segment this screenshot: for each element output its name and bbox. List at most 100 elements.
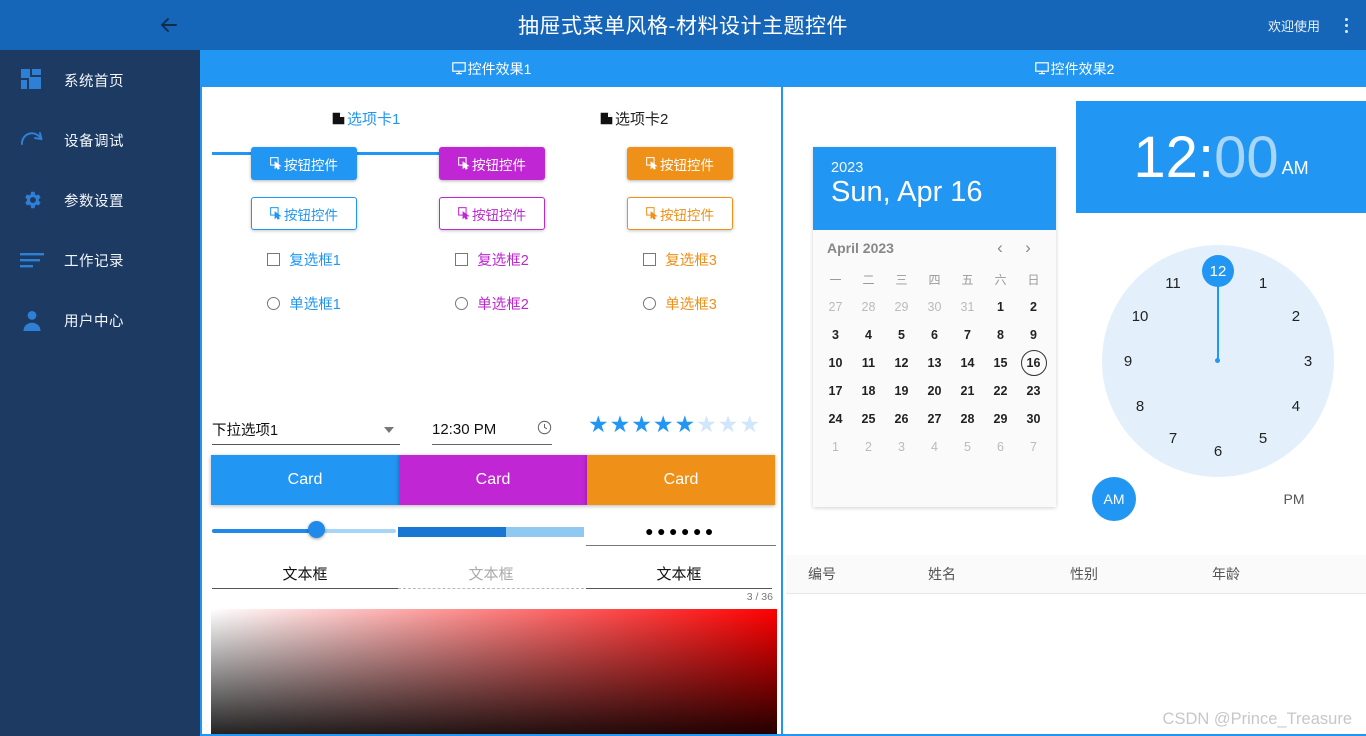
- clock-hour-number[interactable]: 1: [1250, 270, 1276, 296]
- calendar-day[interactable]: 19: [885, 377, 918, 405]
- calendar-day[interactable]: 17: [819, 377, 852, 405]
- star-icon[interactable]: ★: [631, 413, 652, 436]
- calendar-day[interactable]: 3: [885, 433, 918, 461]
- calendar-day[interactable]: 23: [1017, 377, 1050, 405]
- calendar-day[interactable]: 7: [1017, 433, 1050, 461]
- time-picker-field[interactable]: 12:30 PM: [432, 415, 552, 445]
- calendar-day[interactable]: 22: [984, 377, 1017, 405]
- calendar-day[interactable]: 2: [852, 433, 885, 461]
- calendar-day[interactable]: 24: [819, 405, 852, 433]
- calendar-day[interactable]: 2: [1017, 293, 1050, 321]
- calendar-day[interactable]: 12: [885, 349, 918, 377]
- checkbox-2[interactable]: 复选框2: [455, 249, 529, 270]
- calendar-day[interactable]: 1: [819, 433, 852, 461]
- card-1[interactable]: Card: [211, 455, 399, 505]
- calendar-day[interactable]: 28: [951, 405, 984, 433]
- calendar-day[interactable]: 29: [984, 405, 1017, 433]
- clock-hour-number[interactable]: 4: [1283, 393, 1309, 419]
- filled-button-2[interactable]: 按钮控件: [439, 147, 545, 180]
- star-icon[interactable]: ★: [653, 413, 674, 436]
- text-field-1[interactable]: 文本框: [212, 559, 398, 589]
- inner-tab-2[interactable]: 选项卡2: [600, 105, 668, 131]
- calendar-day[interactable]: 4: [852, 321, 885, 349]
- radio-3[interactable]: 单选框3: [643, 293, 717, 314]
- color-saturation-area[interactable]: [211, 609, 777, 736]
- calendar-day[interactable]: 29: [885, 293, 918, 321]
- calendar-day[interactable]: 8: [984, 321, 1017, 349]
- inner-tab-1[interactable]: 选项卡1: [332, 105, 400, 131]
- outline-button-2[interactable]: 按钮控件: [439, 197, 545, 230]
- am-toggle[interactable]: AM: [1092, 477, 1136, 521]
- calendar-day[interactable]: 6: [984, 433, 1017, 461]
- slider-thumb[interactable]: [307, 521, 325, 538]
- calendar-day[interactable]: 13: [918, 349, 951, 377]
- calendar-day[interactable]: 4: [918, 433, 951, 461]
- clock-hour-number[interactable]: 12: [1202, 255, 1234, 287]
- chevron-left-icon[interactable]: ‹: [986, 238, 1014, 258]
- clock-hour-number[interactable]: 9: [1115, 348, 1141, 374]
- sidebar-item-settings[interactable]: 参数设置: [0, 170, 200, 230]
- star-icon[interactable]: ★: [696, 413, 717, 436]
- sidebar-item-work-log[interactable]: 工作记录: [0, 230, 200, 290]
- calendar-day[interactable]: 7: [951, 321, 984, 349]
- star-icon[interactable]: ★: [610, 413, 631, 436]
- calendar-day[interactable]: 5: [885, 321, 918, 349]
- calendar-day[interactable]: 5: [951, 433, 984, 461]
- sidebar-item-user-center[interactable]: 用户中心: [0, 290, 200, 350]
- calendar-day[interactable]: 27: [819, 293, 852, 321]
- calendar-day[interactable]: 21: [951, 377, 984, 405]
- text-field-3[interactable]: 文本框: [586, 559, 772, 589]
- calendar-day[interactable]: 14: [951, 349, 984, 377]
- calendar-day[interactable]: 28: [852, 293, 885, 321]
- clock-hour-number[interactable]: 8: [1127, 393, 1153, 419]
- more-vertical-icon[interactable]: [1345, 0, 1348, 50]
- clock-hour[interactable]: 12: [1133, 124, 1198, 191]
- calendar-day[interactable]: 27: [918, 405, 951, 433]
- clock-hour-number[interactable]: 5: [1250, 426, 1276, 452]
- outline-button-1[interactable]: 按钮控件: [251, 197, 357, 230]
- password-field[interactable]: ●●●●●●: [586, 516, 776, 546]
- star-icon[interactable]: ★: [588, 413, 609, 436]
- tab-widget-effect-2[interactable]: 控件效果2: [783, 50, 1366, 87]
- calendar-day[interactable]: 16: [1017, 349, 1050, 377]
- radio-2[interactable]: 单选框2: [455, 293, 529, 314]
- calendar-day[interactable]: 25: [852, 405, 885, 433]
- calendar-day[interactable]: 18: [852, 377, 885, 405]
- calendar-day[interactable]: 3: [819, 321, 852, 349]
- checkbox-1[interactable]: 复选框1: [267, 249, 341, 270]
- calendar-day[interactable]: 30: [1017, 405, 1050, 433]
- radio-1[interactable]: 单选框1: [267, 293, 341, 314]
- calendar-day[interactable]: 10: [819, 349, 852, 377]
- checkbox-3[interactable]: 复选框3: [643, 249, 717, 270]
- clock-hour-number[interactable]: 11: [1160, 270, 1186, 296]
- clock-face[interactable]: 12 1 2 3 4 5 6 7 8 9 10 11: [1102, 245, 1334, 477]
- card-2[interactable]: Card: [399, 455, 587, 505]
- dropdown-select[interactable]: 下拉选项1: [212, 415, 400, 445]
- tab-widget-effect-1[interactable]: 控件效果1: [200, 50, 783, 87]
- calendar-day[interactable]: 15: [984, 349, 1017, 377]
- calendar-day[interactable]: 1: [984, 293, 1017, 321]
- calendar-day[interactable]: 11: [852, 349, 885, 377]
- sidebar-item-device-debug[interactable]: 设备调试: [0, 110, 200, 170]
- filled-button-1[interactable]: 按钮控件: [251, 147, 357, 180]
- calendar-day[interactable]: 20: [918, 377, 951, 405]
- clock-hour-number[interactable]: 6: [1205, 438, 1231, 464]
- clock-minute[interactable]: 00: [1214, 124, 1279, 191]
- calendar-day[interactable]: 26: [885, 405, 918, 433]
- clock-hour-number[interactable]: 10: [1127, 303, 1153, 329]
- star-icon[interactable]: ★: [675, 413, 696, 436]
- calendar-day[interactable]: 31: [951, 293, 984, 321]
- clock-hour-number[interactable]: 3: [1295, 348, 1321, 374]
- outline-button-3[interactable]: 按钮控件: [627, 197, 733, 230]
- pm-toggle[interactable]: PM: [1272, 477, 1316, 521]
- star-icon[interactable]: ★: [739, 413, 760, 436]
- rating-stars[interactable]: ★ ★ ★ ★ ★ ★ ★ ★: [588, 413, 760, 436]
- calendar-day[interactable]: 6: [918, 321, 951, 349]
- star-icon[interactable]: ★: [718, 413, 739, 436]
- sidebar-item-home[interactable]: 系统首页: [0, 50, 200, 110]
- range-slider[interactable]: [212, 521, 396, 538]
- clock-hour-number[interactable]: 7: [1160, 426, 1186, 452]
- filled-button-3[interactable]: 按钮控件: [627, 147, 733, 180]
- calendar-day[interactable]: 9: [1017, 321, 1050, 349]
- chevron-right-icon[interactable]: ›: [1014, 238, 1042, 258]
